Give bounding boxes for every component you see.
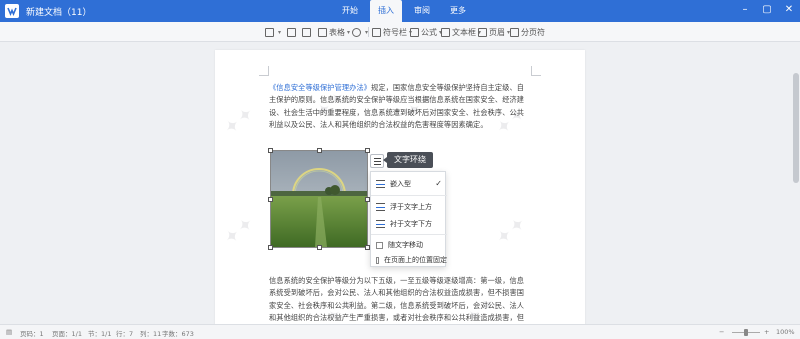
close-icon[interactable]: ✕ [782, 3, 796, 17]
menu-item-in-front[interactable]: 浮于文字上方 [371, 199, 447, 215]
status-row: 行：7 [116, 330, 134, 338]
margin-marker [531, 66, 541, 76]
tab-insert[interactable]: 插入 [370, 0, 402, 22]
status-bar: ▤ 页码：1 页面：1/1 节：1/1 行：7 列：11 字数：673 − + … [0, 324, 800, 339]
paragraph-icon [265, 27, 274, 37]
doc-outline-icon[interactable]: ▤ [6, 328, 12, 336]
zoom-out-icon[interactable]: − [719, 328, 724, 336]
menu-item-behind[interactable]: 衬于文字下方 [371, 216, 447, 232]
margin-marker [259, 66, 269, 76]
title-bar: 新建文档（11） 开始 插入 审阅 更多 – ▢ ✕ [0, 0, 800, 22]
minimize-icon[interactable]: – [738, 3, 752, 17]
document-title: 新建文档（11） [26, 8, 92, 18]
shape-icon [352, 27, 361, 37]
text-wrap-menu: 嵌入型 ✓ 浮于文字上方 衬于文字下方 随文字移动 在页面上的位置固定 [370, 171, 447, 268]
textbox-button[interactable]: 文本框 ▾ [441, 26, 481, 38]
header-icon [478, 27, 487, 37]
page-break-icon [510, 27, 519, 37]
status-word-count: 字数：673 [162, 330, 194, 338]
insert-toolbar: ▾ 表格 ▾ ▾ 符号栏 ▾ 公式 ▾ 文本框 ▾ 页眉 ▾ 分页符 [0, 22, 800, 42]
zoom-in-icon[interactable]: + [764, 328, 769, 336]
text-wrap-tooltip: 文字环绕 [383, 152, 433, 168]
status-section: 节：1/1 [88, 330, 112, 338]
link-icon [287, 27, 296, 37]
resize-handle[interactable] [317, 245, 322, 250]
check-icon: ✓ [435, 179, 442, 188]
tab-start[interactable]: 开始 [334, 0, 366, 22]
resize-handle[interactable] [268, 197, 273, 202]
symbol-button[interactable]: 符号栏 ▾ [372, 26, 412, 38]
fix-position-option[interactable]: 在页面上的位置固定 [371, 252, 447, 268]
status-column: 列：11 [140, 330, 162, 338]
maximize-icon[interactable]: ▢ [760, 3, 774, 17]
scrollbar-thumb[interactable] [793, 73, 799, 183]
ribbon-tabs: 开始 插入 审阅 更多 [334, 0, 478, 22]
resize-handle[interactable] [268, 148, 273, 153]
zoom-level[interactable]: 100% [776, 328, 795, 336]
in-front-wrap-icon [376, 203, 385, 211]
formula-icon [410, 27, 419, 37]
vertical-scrollbar[interactable] [792, 43, 800, 324]
regulation-link[interactable]: 《信息安全等级保护管理办法》 [269, 83, 371, 92]
inline-wrap-icon [376, 180, 385, 188]
symbol-icon [372, 27, 381, 37]
tab-more[interactable]: 更多 [442, 0, 474, 22]
link-button[interactable] [287, 26, 298, 38]
menu-item-inline[interactable]: 嵌入型 ✓ [371, 176, 447, 192]
behind-wrap-icon [376, 220, 385, 228]
move-with-text-option[interactable]: 随文字移动 [371, 237, 447, 253]
image-button[interactable] [302, 26, 313, 38]
paragraph-1[interactable]: 《信息安全等级保护管理办法》规定，国家信息安全等级保护坚持自主定级、自主保护的原… [269, 82, 531, 144]
app-logo-icon [5, 4, 19, 18]
document-canvas: ✦✦ ✦✦ ✦✦ ✦✦ ✦✦ ✦✦ ✦✦ ✦✦ 《信息安全等级保护管理办法》规定… [0, 43, 800, 324]
shape-button[interactable]: ▾ [352, 26, 368, 38]
resize-handle[interactable] [317, 148, 322, 153]
move-with-text-checkbox[interactable] [376, 241, 383, 249]
textbox-icon [441, 27, 450, 37]
document-page[interactable]: ✦✦ ✦✦ ✦✦ ✦✦ ✦✦ ✦✦ ✦✦ ✦✦ 《信息安全等级保护管理办法》规定… [215, 50, 585, 324]
zoom-slider-thumb[interactable] [744, 329, 748, 336]
tab-review[interactable]: 审阅 [406, 0, 438, 22]
status-pages: 页面：1/1 [52, 330, 82, 338]
text-wrap-button[interactable] [370, 154, 384, 168]
image-icon [302, 27, 311, 37]
formula-button[interactable]: 公式 ▾ [410, 26, 442, 38]
text-wrap-icon [374, 158, 381, 165]
selection-border [270, 150, 368, 248]
resize-handle[interactable] [268, 245, 273, 250]
header-button[interactable]: 页眉 ▾ [478, 26, 510, 38]
selected-image[interactable] [268, 148, 370, 250]
fix-position-checkbox[interactable] [376, 256, 379, 264]
resize-handle[interactable] [365, 148, 370, 153]
paragraph-2[interactable]: 信息系统的安全保护等级分为以下五级，一至五级等级逐级增高：第一级，信息系统受到破… [269, 275, 531, 324]
paragraph-button[interactable]: ▾ [265, 26, 281, 38]
page-break-button[interactable]: 分页符 [510, 26, 545, 38]
status-page: 页码：1 [20, 330, 44, 338]
table-icon [318, 27, 327, 37]
table-button[interactable]: 表格 ▾ [318, 26, 350, 38]
